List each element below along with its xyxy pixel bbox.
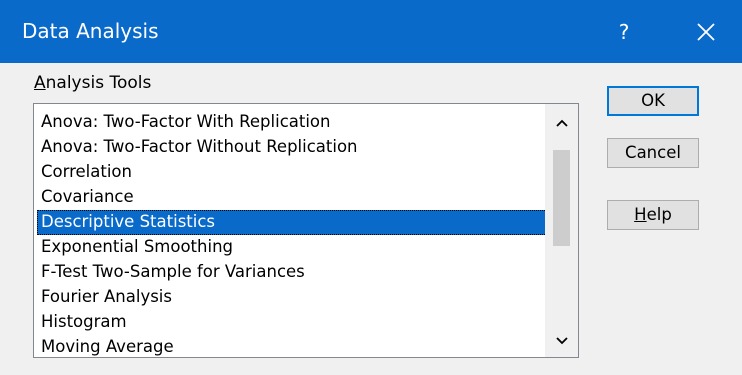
list-item[interactable]: Anova: Two-Factor Without Replication xyxy=(37,135,547,160)
vertical-scrollbar[interactable] xyxy=(545,104,578,357)
title-bar[interactable]: Data Analysis ? xyxy=(0,0,742,63)
scroll-up-button[interactable] xyxy=(545,106,578,139)
help-button-accel: H xyxy=(634,205,647,224)
analysis-tools-label-accel: A xyxy=(34,73,46,93)
list-item[interactable]: Anova: Two-Factor With Replication xyxy=(37,110,547,135)
list-item[interactable]: Histogram xyxy=(37,310,547,335)
ok-button[interactable]: OK xyxy=(607,86,699,116)
close-button[interactable] xyxy=(676,14,736,50)
chevron-down-icon xyxy=(555,336,568,344)
data-analysis-dialog: Data Analysis ? Analysis Tools Anova: Tw… xyxy=(0,0,742,375)
scroll-thumb[interactable] xyxy=(553,150,570,246)
list-item[interactable]: Moving Average xyxy=(37,335,547,357)
help-question-button[interactable]: ? xyxy=(594,14,654,50)
analysis-tools-listbox[interactable]: Anova: Two-Factor With Replication Anova:… xyxy=(33,103,579,358)
list-item[interactable]: F-Test Two-Sample for Variances xyxy=(37,260,547,285)
list-item[interactable]: Exponential Smoothing xyxy=(37,235,547,260)
dialog-title: Data Analysis xyxy=(22,19,159,43)
cancel-button[interactable]: Cancel xyxy=(607,138,699,168)
analysis-tools-label-rest: nalysis Tools xyxy=(45,73,152,93)
list-item[interactable]: Covariance xyxy=(37,185,547,210)
analysis-tools-list: Anova: Two-Factor With Replication Anova:… xyxy=(37,110,547,357)
help-button[interactable]: Help xyxy=(607,200,699,230)
analysis-tools-label: Analysis Tools xyxy=(34,73,151,93)
help-button-rest: elp xyxy=(646,205,672,224)
list-item[interactable]: Fourier Analysis xyxy=(37,285,547,310)
close-icon xyxy=(697,23,715,41)
list-item[interactable]: Correlation xyxy=(37,160,547,185)
scroll-down-button[interactable] xyxy=(545,324,578,357)
list-item[interactable]: Descriptive Statistics xyxy=(37,210,547,235)
chevron-up-icon xyxy=(555,119,568,127)
